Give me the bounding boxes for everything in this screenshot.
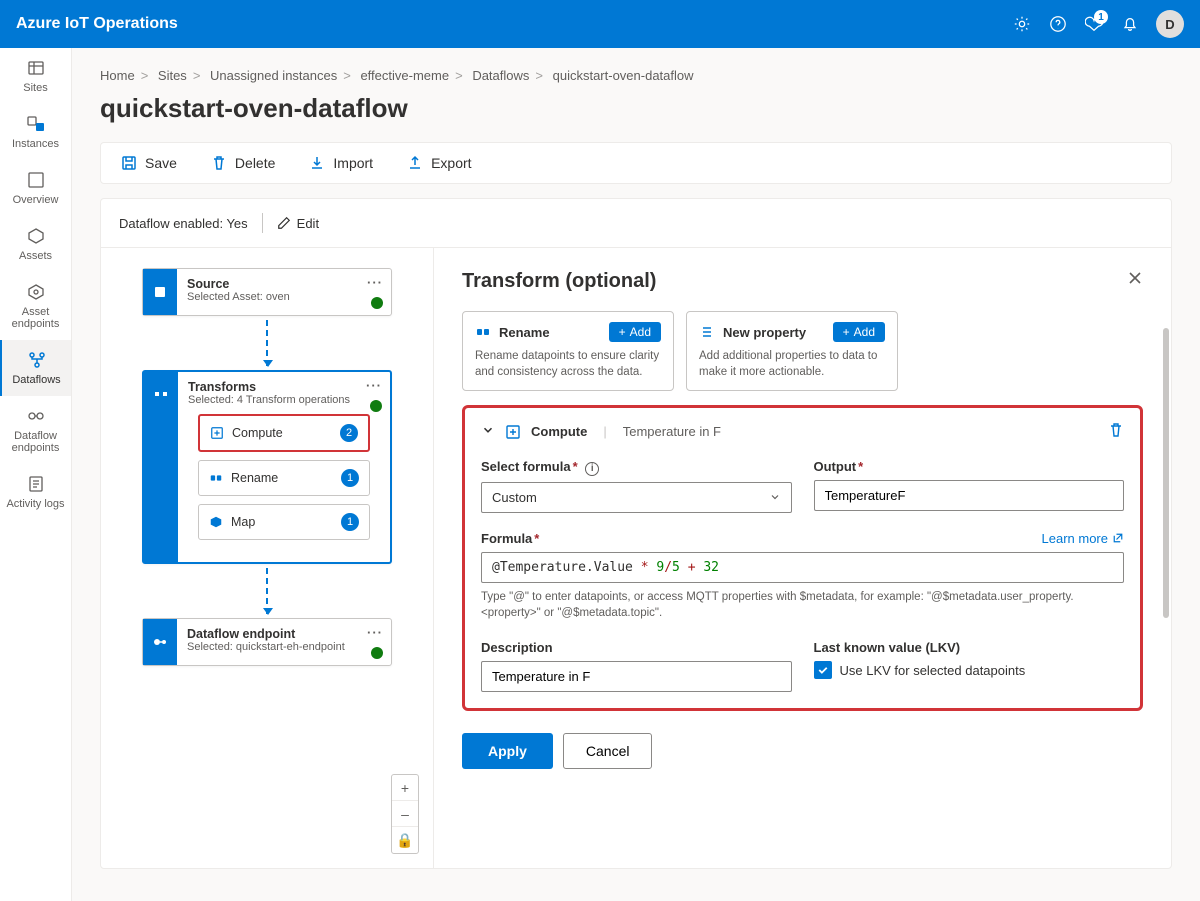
nav-asset-endpoints[interactable]: Asset endpoints xyxy=(0,272,71,340)
op-compute[interactable]: Compute 2 xyxy=(198,414,370,452)
nav-assets[interactable]: Assets xyxy=(0,216,71,272)
app-title: Azure IoT Operations xyxy=(16,15,1012,33)
compute-form: Compute | Temperature in F Select formul… xyxy=(462,405,1143,711)
nav-overview[interactable]: Overview xyxy=(0,160,71,216)
op-rename[interactable]: Rename 1 xyxy=(198,460,370,496)
workspace-header: Dataflow enabled: Yes Edit xyxy=(101,199,1171,248)
scrollbar[interactable] xyxy=(1163,328,1169,618)
more-icon[interactable]: ··· xyxy=(366,378,382,393)
feedback-icon[interactable]: 1 xyxy=(1084,14,1104,34)
zoom-in-button[interactable]: + xyxy=(392,775,418,801)
close-icon[interactable] xyxy=(1127,270,1143,289)
dataflow-enabled-label: Dataflow enabled: Yes xyxy=(119,216,248,231)
more-icon[interactable]: ··· xyxy=(367,275,383,290)
save-button[interactable]: Save xyxy=(121,155,177,171)
nav-activity-logs[interactable]: Activity logs xyxy=(0,464,71,520)
formula-label: Formula* xyxy=(481,531,539,546)
crumb-unassigned[interactable]: Unassigned instances xyxy=(210,68,337,83)
crumb-current: quickstart-oven-dataflow xyxy=(553,68,694,83)
status-indicator xyxy=(371,297,383,309)
cancel-button[interactable]: Cancel xyxy=(563,733,653,769)
learn-more-link[interactable]: Learn more xyxy=(1042,531,1124,546)
lkv-label: Last known value (LKV) xyxy=(814,640,1125,655)
crumb-dataflows[interactable]: Dataflows xyxy=(472,68,529,83)
newprop-add-button[interactable]: + Add xyxy=(833,322,885,342)
crumb-sites[interactable]: Sites xyxy=(158,68,187,83)
left-nav: Sites Instances Overview Assets Asset en… xyxy=(0,48,72,901)
crumb-home[interactable]: Home xyxy=(100,68,135,83)
notification-badge: 1 xyxy=(1094,10,1108,24)
description-field[interactable] xyxy=(481,661,792,692)
avatar[interactable]: D xyxy=(1156,10,1184,38)
top-bar: Azure IoT Operations 1 D xyxy=(0,0,1200,48)
newprop-card: New property + Add Add additional proper… xyxy=(686,311,898,391)
edit-button[interactable]: Edit xyxy=(277,216,319,231)
workspace: Dataflow enabled: Yes Edit xyxy=(100,198,1172,869)
node-source[interactable]: Source Selected Asset: oven ··· xyxy=(142,268,392,316)
workspace-content: Source Selected Asset: oven ··· xyxy=(101,248,1171,868)
main-content: Home> Sites> Unassigned instances> effec… xyxy=(72,48,1200,901)
breadcrumb: Home> Sites> Unassigned instances> effec… xyxy=(100,68,1172,83)
rename-add-button[interactable]: + Add xyxy=(609,322,661,342)
status-indicator xyxy=(370,400,382,412)
transforms-icon xyxy=(144,372,178,562)
node-transforms[interactable]: Transforms Selected: 4 Transform operati… xyxy=(142,370,392,564)
help-icon[interactable] xyxy=(1048,14,1068,34)
transform-panel: Transform (optional) Rename + Add Rename… xyxy=(434,248,1171,868)
chevron-down-icon xyxy=(769,491,781,503)
status-indicator xyxy=(371,647,383,659)
connector xyxy=(266,320,268,366)
chevron-down-icon[interactable] xyxy=(481,423,495,440)
select-formula-dropdown[interactable]: Custom xyxy=(481,482,792,513)
nav-dataflow-endpoints[interactable]: Dataflow endpoints xyxy=(0,396,71,464)
delete-button[interactable]: Delete xyxy=(211,155,275,171)
toolbar: Save Delete Import Export xyxy=(100,142,1172,184)
info-icon[interactable]: i xyxy=(585,462,599,476)
op-map[interactable]: Map 1 xyxy=(198,504,370,540)
nav-instances[interactable]: Instances xyxy=(0,104,71,160)
formula-field[interactable]: @Temperature.Value * 9/5 + 32 xyxy=(481,552,1124,583)
endpoint-icon xyxy=(143,619,177,665)
form-head-value: Temperature in F xyxy=(623,424,721,439)
output-label: Output* xyxy=(814,459,1125,474)
output-field[interactable] xyxy=(814,480,1125,511)
source-icon xyxy=(143,269,177,315)
panel-title: Transform (optional) xyxy=(462,270,1143,293)
crumb-instance[interactable]: effective-meme xyxy=(360,68,449,83)
apply-button[interactable]: Apply xyxy=(462,733,553,769)
checkbox-checked-icon xyxy=(814,661,832,679)
lkv-checkbox[interactable]: Use LKV for selected datapoints xyxy=(814,661,1125,679)
form-head-label: Compute xyxy=(531,424,587,439)
zoom-out-button[interactable]: – xyxy=(392,801,418,827)
lock-button[interactable]: 🔒 xyxy=(392,827,418,853)
rename-card: Rename + Add Rename datapoints to ensure… xyxy=(462,311,674,391)
connector xyxy=(266,568,268,614)
bell-icon[interactable] xyxy=(1120,14,1140,34)
dataflow-canvas[interactable]: Source Selected Asset: oven ··· xyxy=(101,248,434,868)
canvas-controls: + – 🔒 xyxy=(391,774,419,854)
node-destination[interactable]: Dataflow endpoint Selected: quickstart-e… xyxy=(142,618,392,666)
gear-icon[interactable] xyxy=(1012,14,1032,34)
page-title: quickstart-oven-dataflow xyxy=(100,93,1172,124)
description-label: Description xyxy=(481,640,792,655)
select-formula-label: Select formula* i xyxy=(481,459,792,476)
compute-icon xyxy=(505,424,521,440)
trash-icon[interactable] xyxy=(1108,422,1124,441)
formula-hint: Type "@" to enter datapoints, or access … xyxy=(481,589,1124,622)
import-button[interactable]: Import xyxy=(309,155,373,171)
topbar-icons: 1 D xyxy=(1012,10,1184,38)
nav-sites[interactable]: Sites xyxy=(0,48,71,104)
export-button[interactable]: Export xyxy=(407,155,471,171)
nav-dataflows[interactable]: Dataflows xyxy=(0,340,71,396)
more-icon[interactable]: ··· xyxy=(367,625,383,640)
